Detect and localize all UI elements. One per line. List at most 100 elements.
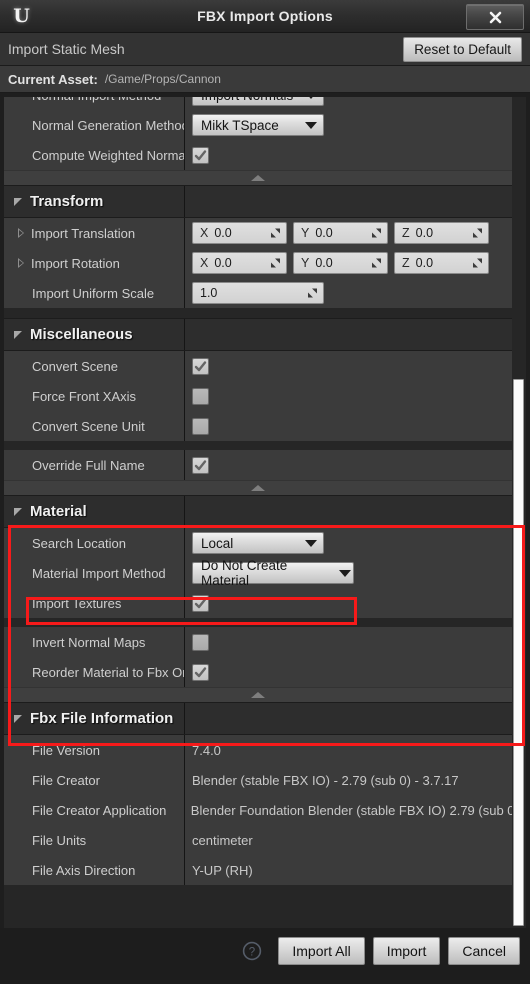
row-file-version: File Version 7.4.0: [4, 735, 512, 765]
material-import-method-dropdown[interactable]: Do Not Create Material: [192, 558, 354, 588]
import-rotation-x-field[interactable]: X 0.0: [192, 252, 287, 274]
row-import-translation[interactable]: Import Translation X 0.0 Y 0.0 Z 0.0: [4, 218, 512, 248]
row-label: Import Rotation: [31, 255, 120, 271]
row-import-uniform-scale[interactable]: Import Uniform Scale 1.0: [4, 278, 512, 308]
close-icon: [489, 11, 501, 23]
svg-text:?: ?: [249, 946, 255, 958]
row-label: Convert Scene: [32, 358, 118, 374]
chevron-down-icon: [305, 97, 317, 99]
convert-scene-unit-checkbox[interactable]: [192, 417, 209, 435]
help-icon[interactable]: ?: [242, 941, 262, 961]
import-textures-checkbox[interactable]: [192, 594, 209, 612]
import-button[interactable]: Import: [372, 937, 441, 965]
spinner-icon[interactable]: [270, 258, 281, 269]
row-label: File Axis Direction: [32, 862, 136, 878]
current-asset-bar: Current Asset: /Game/Props/Cannon: [0, 66, 530, 93]
spinner-icon[interactable]: [472, 258, 483, 269]
window-title: FBX Import Options: [197, 8, 333, 24]
search-location-dropdown[interactable]: Local: [192, 532, 324, 554]
reset-to-default-button[interactable]: Reset to Default: [403, 37, 522, 62]
convert-scene-checkbox[interactable]: [192, 357, 209, 375]
chevron-down-icon: [305, 539, 317, 547]
fbx-file-information-group: File Version 7.4.0 File Creator Blender …: [4, 735, 512, 885]
material-group-a: Search Location Local Material Import Me…: [4, 528, 512, 618]
miscellaneous-group-b: Override Full Name: [4, 450, 512, 480]
section-splitter-normals[interactable]: [4, 170, 512, 185]
row-import-textures[interactable]: Import Textures: [4, 588, 512, 618]
row-invert-normal-maps[interactable]: Invert Normal Maps: [4, 627, 512, 657]
row-label: Convert Scene Unit: [32, 418, 145, 434]
field-value: 0.0: [315, 226, 333, 240]
row-force-front-xaxis[interactable]: Force Front XAxis: [4, 381, 512, 411]
normal-import-method-dropdown[interactable]: Import Normals: [192, 97, 324, 106]
close-button[interactable]: [466, 4, 524, 30]
import-translation-y-field[interactable]: Y 0.0: [293, 222, 388, 244]
section-header-fbx-file-information[interactable]: Fbx File Information: [4, 702, 512, 735]
spinner-icon[interactable]: [371, 258, 382, 269]
row-value: X 0.0 Y 0.0 Z 0.0: [184, 252, 512, 274]
chevron-down-icon: [339, 569, 351, 577]
row-reorder-material-to-fbx-order[interactable]: Reorder Material to Fbx Order: [4, 657, 512, 687]
row-convert-scene[interactable]: Convert Scene: [4, 351, 512, 381]
spinner-icon[interactable]: [472, 228, 483, 239]
import-rotation-y-field[interactable]: Y 0.0: [293, 252, 388, 274]
row-normal-import-method[interactable]: Normal Import Method Import Normals: [4, 97, 512, 110]
import-all-button[interactable]: Import All: [278, 937, 365, 965]
import-rotation-z-field[interactable]: Z 0.0: [394, 252, 489, 274]
row-convert-scene-unit[interactable]: Convert Scene Unit: [4, 411, 512, 441]
spinner-icon[interactable]: [270, 228, 281, 239]
row-value: [184, 456, 512, 474]
axis-label: Y: [301, 226, 310, 240]
field-value: 0.0: [214, 226, 232, 240]
section-header-transform[interactable]: Transform: [4, 185, 512, 218]
row-value: [184, 387, 512, 405]
row-value: Mikk TSpace: [184, 114, 512, 136]
field-value: 0.0: [214, 256, 232, 270]
expander-icon[interactable]: [18, 228, 24, 238]
checkmark-icon: [194, 149, 207, 160]
row-label: File Creator: [32, 772, 100, 788]
row-label: Override Full Name: [32, 457, 145, 473]
invert-normal-maps-checkbox[interactable]: [192, 633, 209, 651]
dropdown-value: Local: [201, 535, 234, 551]
row-file-creator: File Creator Blender (stable FBX IO) - 2…: [4, 765, 512, 795]
row-material-import-method[interactable]: Material Import Method Do Not Create Mat…: [4, 558, 512, 588]
row-label: Import Translation: [31, 225, 136, 241]
row-value: centimeter: [184, 833, 512, 848]
section-header-material[interactable]: Material: [4, 495, 512, 528]
current-asset-label: Current Asset:: [8, 71, 98, 87]
force-front-xaxis-checkbox[interactable]: [192, 387, 209, 405]
axis-label: X: [200, 256, 209, 270]
section-header-miscellaneous[interactable]: Miscellaneous: [4, 318, 512, 351]
row-normal-generation-method[interactable]: Normal Generation Method Mikk TSpace: [4, 110, 512, 140]
expander-icon[interactable]: [18, 258, 24, 268]
checkmark-icon: [194, 360, 207, 371]
row-label: Normal Generation Method: [32, 117, 184, 133]
window-titlebar[interactable]: U FBX Import Options: [0, 0, 530, 33]
row-compute-weighted-normal[interactable]: Compute Weighted Normal: [4, 140, 512, 170]
override-full-name-checkbox[interactable]: [192, 456, 209, 474]
row-value: Import Normals: [184, 97, 512, 106]
properties-scrollbar[interactable]: [512, 97, 525, 928]
spinner-icon[interactable]: [307, 288, 318, 299]
import-uniform-scale-field[interactable]: 1.0: [192, 282, 324, 304]
row-search-location[interactable]: Search Location Local: [4, 528, 512, 558]
import-translation-x-field[interactable]: X 0.0: [192, 222, 287, 244]
reorder-material-to-fbx-order-checkbox[interactable]: [192, 663, 209, 681]
row-override-full-name[interactable]: Override Full Name: [4, 450, 512, 480]
scrollbar-thumb[interactable]: [513, 379, 524, 926]
normal-generation-method-dropdown[interactable]: Mikk TSpace: [192, 114, 324, 136]
cancel-button[interactable]: Cancel: [448, 937, 520, 965]
axis-label: Z: [402, 226, 410, 240]
current-asset-path: /Game/Props/Cannon: [104, 72, 221, 86]
section-splitter-miscellaneous[interactable]: [4, 480, 512, 495]
section-splitter-material[interactable]: [4, 687, 512, 702]
import-translation-z-field[interactable]: Z 0.0: [394, 222, 489, 244]
compute-weighted-normal-checkbox[interactable]: [192, 146, 209, 164]
transform-group: Import Translation X 0.0 Y 0.0 Z 0.0 Imp…: [4, 218, 512, 308]
row-file-creator-application: File Creator Application Blender Foundat…: [4, 795, 512, 825]
section-title: Fbx File Information: [30, 710, 174, 727]
row-import-rotation[interactable]: Import Rotation X 0.0 Y 0.0 Z 0.0: [4, 248, 512, 278]
spinner-icon[interactable]: [371, 228, 382, 239]
row-label: Search Location: [32, 535, 126, 551]
